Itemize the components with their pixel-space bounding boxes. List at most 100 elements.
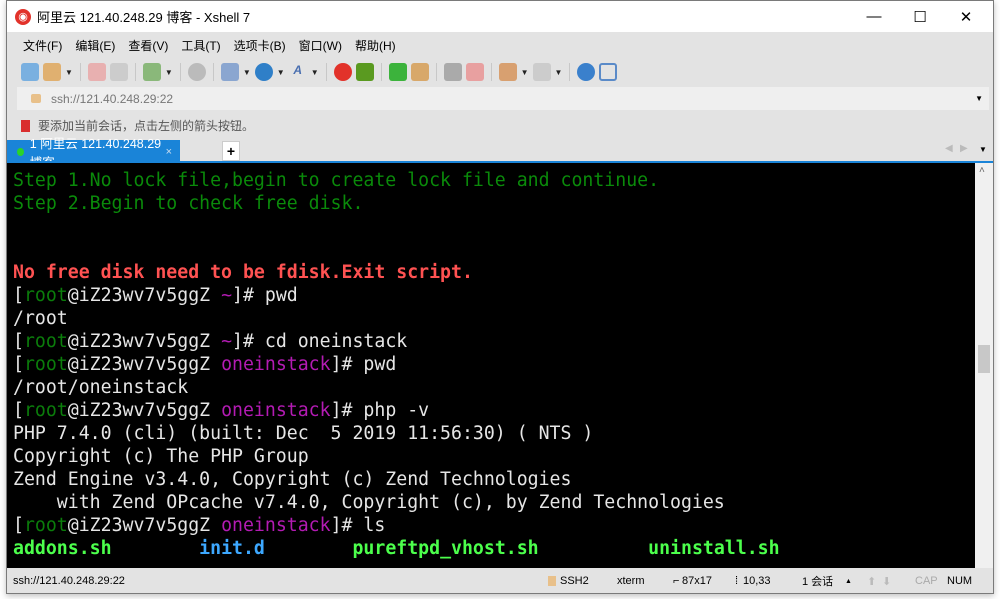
terminal-text: Step 1.No lock file,begin to create lock… [13,170,660,191]
disconnect-icon[interactable] [87,63,106,81]
maximize-button[interactable]: ☐ [897,1,943,32]
menu-view[interactable]: 查看(V) [128,37,168,54]
terminal-line: /root [13,307,975,330]
bookmark-arrow-icon[interactable] [21,119,30,132]
terminal-text: root [23,515,68,536]
globe-icon[interactable] [254,63,273,81]
terminal-text: [ [13,354,24,375]
terminal-line: [root@iZ23wv7v5ggZ oneinstack]# php -v [13,399,975,422]
scroll-up-icon[interactable]: ˄ [979,165,985,176]
open-folder-icon[interactable] [43,63,61,81]
terminal-text: oneinstack [221,400,331,421]
terminal-line: /root/oneinstack [13,376,975,399]
status-num: NUM [947,575,973,587]
tab-scroll-left-icon[interactable]: ◀ [945,143,953,154]
lock-icon[interactable] [410,63,429,81]
terminal-text: @iZ23wv7v5ggZ [67,331,222,352]
tab-bar: 1 阿里云 121.40.248.29 博客 × + ◀ ▶ ▼ [7,137,993,170]
menu-bar: 文件(F) 编辑(E) 查看(V) 工具(T) 选项卡(B) 窗口(W) 帮助(… [7,32,409,58]
menu-edit[interactable]: 编辑(E) [75,37,115,54]
new-session-icon[interactable] [21,63,39,81]
size-icon: ⌐ [673,575,680,587]
xshell-icon[interactable] [333,63,352,81]
terminal-line: [root@iZ23wv7v5ggZ oneinstack]# pwd [13,353,975,376]
connected-status-icon [17,147,24,156]
scrollbar-thumb[interactable] [978,345,990,373]
xftp-icon[interactable] [355,63,374,81]
terminal-line: Step 2.Begin to check free disk. [13,192,975,215]
terminal-text: [ [13,331,24,352]
terminal-text: ]# php -v [330,400,430,421]
terminal-text: addons.sh [13,538,112,559]
arrow-up-icon[interactable]: ⬆ [867,575,876,588]
title-bar: ◉ 阿里云 121.40.248.29 博客 - Xshell 7 — ☐ ✕ [7,1,993,32]
terminal-text: with Zend OPcache v7.4.0, Copyright (c),… [13,492,725,513]
minimize-button[interactable]: — [851,1,897,32]
lock-icon [31,94,41,103]
new-tab-button[interactable]: + [222,141,240,161]
status-address: ssh://121.40.248.29:22 [13,575,125,587]
sessions-up-icon[interactable]: ▲ [845,578,852,585]
terminal-text: ~ [221,285,233,306]
cursor-icon: ⁞ [735,575,739,587]
terminal-scrollbar[interactable]: ˄ [975,163,993,568]
terminal-text: PHP 7.4.0 (cli) (built: Dec 5 2019 11:56… [13,423,594,444]
add-folder-icon[interactable] [498,63,517,81]
terminal-text: root [23,285,68,306]
terminal-line: with Zend OPcache v7.4.0, Copyright (c),… [13,491,975,514]
help-icon[interactable] [577,63,596,81]
status-size: 87x17 [682,575,712,587]
tab-list-icon[interactable]: ▼ [979,145,987,154]
terminal-text: @iZ23wv7v5ggZ [67,354,222,375]
status-cursor: 10,33 [743,575,771,587]
window-title: 阿里云 121.40.248.29 博客 - Xshell 7 [37,10,251,25]
xshell-window: ◉ 阿里云 121.40.248.29 博客 - Xshell 7 — ☐ ✕ … [6,0,994,594]
terminal-text: ]# cd oneinstack [232,331,408,352]
chevron-down-icon[interactable]: ▼ [975,94,983,103]
menu-tabs[interactable]: 选项卡(B) [234,37,286,54]
tab-session-1[interactable]: 1 阿里云 121.40.248.29 博客 × [7,137,180,170]
keyboard-icon[interactable] [443,63,462,81]
status-cap: CAP [915,575,938,587]
terminal-line: Zend Engine v3.4.0, Copyright (c) Zend T… [13,468,975,491]
session-hint-bar: 要添加当前会话，点击左侧的箭头按钮。 [21,117,254,134]
terminal-text: uninstall.sh [648,538,780,559]
terminal-text: No free disk need to be fdisk.Exit scrip… [13,262,473,283]
tab-scroll-right-icon[interactable]: ▶ [960,143,968,154]
arrow-down-icon[interactable]: ⬇ [882,575,891,588]
terminal-line: [root@iZ23wv7v5ggZ ~]# cd oneinstack [13,330,975,353]
terminal-line: [root@iZ23wv7v5ggZ oneinstack]# ls [13,514,975,537]
terminal-text: ]# ls [330,515,386,536]
highlight-icon[interactable] [465,63,484,81]
address-input[interactable]: ssh://121.40.248.29:22 [51,92,173,106]
menu-tools[interactable]: 工具(T) [181,37,220,54]
close-button[interactable]: ✕ [943,1,989,32]
terminal-text: pureftpd_vhost.sh [352,538,539,559]
menu-file[interactable]: 文件(F) [23,37,62,54]
status-sessions[interactable]: 1 会话 [802,573,833,589]
status-protocol: SSH2 [560,575,589,587]
properties-icon[interactable] [142,63,161,81]
menu-window[interactable]: 窗口(W) [299,37,342,54]
terminal-line: [root@iZ23wv7v5ggZ ~]# pwd [13,284,975,307]
terminal-line: No free disk need to be fdisk.Exit scrip… [13,261,975,284]
transfer-icon[interactable] [220,63,239,81]
terminal-text: Copyright (c) The PHP Group [13,446,309,467]
terminal-line: PHP 7.4.0 (cli) (built: Dec 5 2019 11:56… [13,422,975,445]
font-icon[interactable]: A [289,63,307,81]
search-icon[interactable] [187,63,206,81]
chat-icon[interactable] [599,63,618,81]
address-bar[interactable]: ssh://121.40.248.29:22 ▼ [17,87,989,110]
terminal-text: init.d [199,538,265,559]
tab-close-icon[interactable]: × [166,146,172,158]
menu-help[interactable]: 帮助(H) [355,37,396,54]
terminal-text: oneinstack [221,515,331,536]
layout-icon[interactable] [532,63,551,81]
reconnect-icon[interactable] [109,63,128,81]
fullscreen-icon[interactable] [388,63,407,81]
terminal-text: @iZ23wv7v5ggZ [67,285,222,306]
terminal[interactable]: Step 1.No lock file,begin to create lock… [7,163,975,568]
